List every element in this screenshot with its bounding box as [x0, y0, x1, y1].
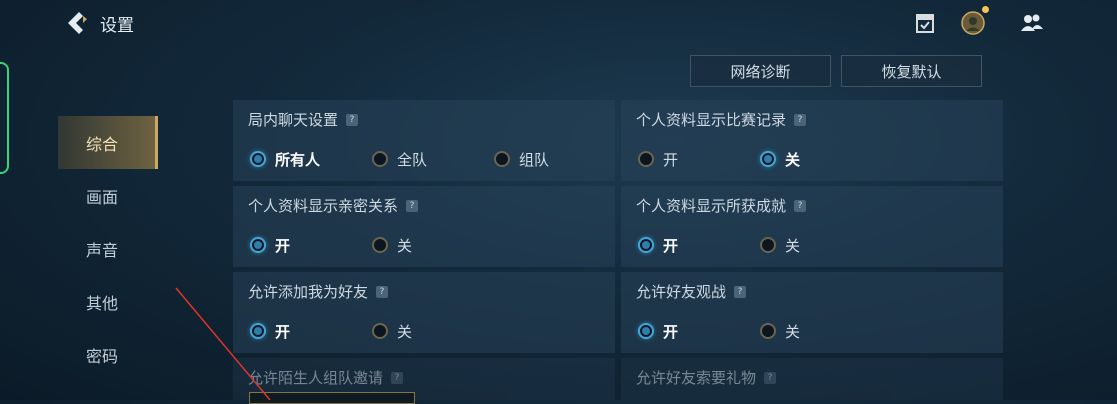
- setting-card-intimacy: 个人资料显示亲密关系? 开 关: [233, 186, 615, 267]
- radio-option[interactable]: 开: [250, 320, 290, 342]
- help-icon[interactable]: ?: [406, 199, 419, 212]
- setting-card-friend-spectate: 允许好友观战? 开 关: [621, 272, 1003, 353]
- left-edge-decoration: [0, 62, 9, 174]
- radio-button[interactable]: [372, 323, 388, 339]
- radio-button[interactable]: [638, 151, 654, 167]
- setting-title: 个人资料显示亲密关系: [248, 197, 399, 215]
- top-bar: 设置: [0, 0, 1117, 46]
- setting-card-friend-gift-request: 允许好友索要礼物?: [621, 358, 1003, 400]
- sidebar-item-label: 声音: [86, 240, 119, 260]
- sidebar-item-graphics[interactable]: 画面: [58, 169, 158, 222]
- radio-button-checked[interactable]: [250, 237, 266, 253]
- setting-title: 个人资料显示比赛记录: [636, 111, 787, 129]
- help-icon[interactable]: ?: [376, 285, 389, 298]
- radio-button-checked[interactable]: [638, 237, 654, 253]
- option-label: 开: [663, 236, 679, 255]
- help-icon[interactable]: ?: [346, 113, 359, 126]
- restore-defaults-button[interactable]: 恢复默认: [841, 55, 982, 87]
- option-label: 关: [785, 150, 801, 169]
- radio-option[interactable]: 开: [638, 320, 678, 342]
- radio-button-checked[interactable]: [638, 323, 654, 339]
- sidebar-item-general[interactable]: 综合: [58, 116, 158, 169]
- back-chevron-icon: [68, 12, 87, 34]
- sidebar-item-label: 画面: [86, 187, 119, 207]
- radio-option[interactable]: 关: [760, 320, 800, 342]
- network-diagnosis-button[interactable]: 网络诊断: [690, 55, 831, 87]
- help-icon[interactable]: ?: [734, 285, 747, 298]
- setting-card-allow-add-friend: 允许添加我为好友? 开 关: [233, 272, 615, 353]
- option-label: 关: [785, 236, 801, 255]
- option-label: 开: [663, 150, 679, 169]
- radio-option[interactable]: 关: [760, 234, 800, 256]
- setting-card-achievements: 个人资料显示所获成就? 开 关: [621, 186, 1003, 267]
- option-label: 开: [275, 322, 291, 341]
- notification-dot: [982, 6, 989, 13]
- setting-title: 允许好友观战: [636, 283, 727, 301]
- setting-title: 局内聊天设置: [248, 111, 339, 129]
- radio-button[interactable]: [760, 237, 776, 253]
- option-label: 全队: [397, 150, 428, 169]
- setting-title: 允许添加我为好友: [248, 283, 369, 301]
- option-label: 开: [663, 322, 679, 341]
- radio-option[interactable]: 开: [250, 234, 290, 256]
- radio-button[interactable]: [760, 323, 776, 339]
- radio-option[interactable]: 关: [372, 234, 412, 256]
- setting-title: 允许好友索要礼物: [636, 369, 757, 387]
- radio-button[interactable]: [372, 151, 388, 167]
- sidebar-item-password[interactable]: 密码: [58, 328, 158, 381]
- radio-option[interactable]: 所有人: [250, 148, 320, 170]
- radio-button[interactable]: [372, 237, 388, 253]
- radio-option[interactable]: 全队: [372, 148, 427, 170]
- option-label: 关: [397, 322, 413, 341]
- help-icon[interactable]: ?: [391, 371, 404, 384]
- partial-tooltip-box: [249, 392, 415, 404]
- radio-button[interactable]: [494, 151, 510, 167]
- option-label: 关: [397, 236, 413, 255]
- radio-option[interactable]: 关: [760, 148, 800, 170]
- radio-button-checked[interactable]: [250, 323, 266, 339]
- sidebar-item-other[interactable]: 其他: [58, 275, 158, 328]
- setting-title: 个人资料显示所获成就: [636, 197, 787, 215]
- sidebar-item-sound[interactable]: 声音: [58, 222, 158, 275]
- help-icon[interactable]: ?: [794, 113, 807, 126]
- radio-button-checked[interactable]: [250, 151, 266, 167]
- radio-option[interactable]: 关: [372, 320, 412, 342]
- page-title: 设置: [100, 15, 134, 36]
- mission-flag-icon[interactable]: [912, 10, 938, 36]
- option-label: 关: [785, 322, 801, 341]
- radio-option[interactable]: 开: [638, 148, 678, 170]
- sidebar-item-label: 密码: [86, 346, 119, 366]
- setting-card-match-history: 个人资料显示比赛记录? 开 关: [621, 100, 1003, 181]
- option-label: 所有人: [275, 150, 321, 169]
- radio-option[interactable]: 开: [638, 234, 678, 256]
- setting-title: 允许陌生人组队邀请: [248, 369, 384, 387]
- option-label: 开: [275, 236, 291, 255]
- back-button[interactable]: 设置: [64, 8, 154, 38]
- friends-icon[interactable]: [1019, 10, 1045, 36]
- sidebar-item-label: 综合: [86, 134, 119, 154]
- help-icon[interactable]: ?: [764, 371, 777, 384]
- help-icon[interactable]: ?: [794, 199, 807, 212]
- option-label: 组队: [519, 150, 550, 169]
- radio-button-checked[interactable]: [760, 151, 776, 167]
- settings-sidebar: 综合 画面 声音 其他 密码: [58, 116, 158, 381]
- radio-option[interactable]: 组队: [494, 148, 549, 170]
- setting-card-ingame-chat: 局内聊天设置? 所有人 全队 组队: [233, 100, 615, 181]
- sidebar-item-label: 其他: [86, 293, 119, 313]
- profile-avatar-icon[interactable]: [960, 6, 989, 36]
